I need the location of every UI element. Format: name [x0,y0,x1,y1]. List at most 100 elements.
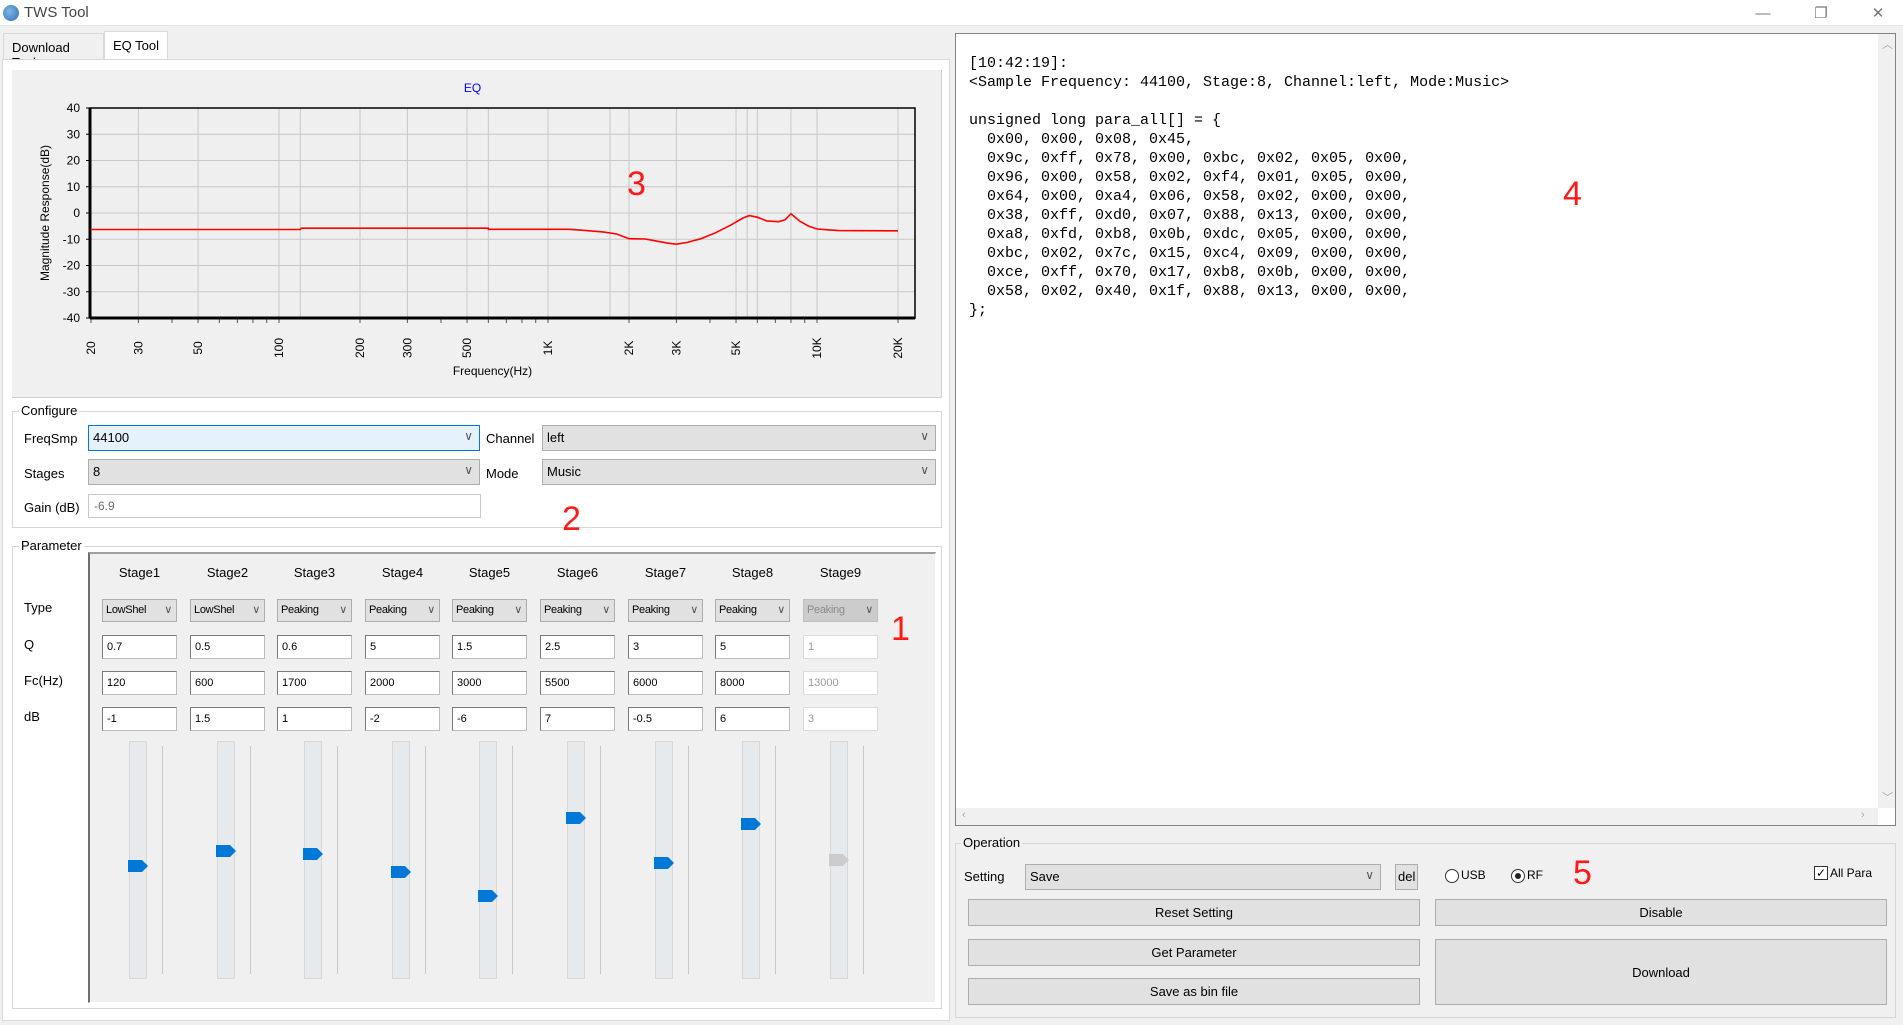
vertical-scrollbar[interactable]: ︿ ﹀ [1878,34,1895,808]
x-tick-label: 3K [669,341,683,356]
stage-db-input: 3 [803,707,878,731]
stage-gain-slider-track[interactable] [479,741,497,979]
close-button[interactable]: ✕ [1855,0,1901,26]
stage-fc-input[interactable]: 8000 [715,671,790,695]
parameter-output-textbox[interactable]: [10:42:19]: <Sample Frequency: 44100, St… [955,33,1896,826]
stage-q-input: 1 [803,635,878,659]
stages-select[interactable]: 8 ∨ [88,459,480,485]
stage-type-value: Peaking [807,604,845,616]
stage-db-input[interactable]: -0.5 [628,707,703,731]
channel-select[interactable]: left ∨ [542,425,936,451]
setting-select[interactable]: Save ∨ [1025,864,1381,890]
slider-tick-rail [775,746,776,974]
stage-q-input[interactable]: 3 [628,635,703,659]
stage-gain-slider-thumb[interactable] [128,860,148,872]
stage-gain-slider-thumb[interactable] [566,812,586,824]
get-parameter-button[interactable]: Get Parameter [968,939,1420,966]
x-tick-label: 500 [460,338,474,358]
stage-gain-slider-track[interactable] [742,741,760,979]
stages-value: 8 [93,464,101,479]
y-tick-label: -10 [63,232,81,246]
stage-type-select[interactable]: LowShel ∨ [190,599,265,622]
stage-fc-input[interactable]: 2000 [365,671,440,695]
horizontal-scrollbar[interactable]: ‹ › [956,808,1878,825]
stage-gain-slider-track[interactable] [567,741,585,979]
chevron-down-icon: ∨ [602,604,610,616]
tab-eq-tool[interactable]: EQ Tool [104,31,168,60]
stage-fc-input[interactable]: 3000 [452,671,527,695]
reset-setting-button[interactable]: Reset Setting [968,899,1420,926]
stage-type-select[interactable]: Peaking ∨ [365,599,440,622]
stage-type-value: LowShel [106,604,147,616]
x-tick-label: 5K [729,341,743,356]
save-bin-file-button[interactable]: Save as bin file [968,978,1420,1005]
del-button[interactable]: del [1395,864,1418,890]
stage-gain-slider-thumb[interactable] [216,845,236,857]
maximize-button[interactable]: ❐ [1798,0,1844,26]
rf-label: RF [1527,868,1543,882]
stage-db-input[interactable]: 7 [540,707,615,731]
stage-q-input[interactable]: 0.6 [277,635,352,659]
slider-tick-rail [512,746,513,974]
stage-fc-input[interactable]: 120 [102,671,177,695]
stage-type-select[interactable]: Peaking ∨ [452,599,527,622]
stage-fc-input[interactable]: 1700 [277,671,352,695]
chevron-down-icon: ∨ [464,463,473,477]
scroll-down-icon[interactable]: ﹀ [1882,789,1893,805]
stage-q-input[interactable]: 0.5 [190,635,265,659]
freqsmp-select[interactable]: 44100 ∨ [88,425,480,451]
chevron-down-icon: ∨ [514,604,522,616]
stage-q-input[interactable]: 5 [715,635,790,659]
stage-q-input[interactable]: 1.5 [452,635,527,659]
stage-type-value: Peaking [281,604,319,616]
stage-q-input[interactable]: 2.5 [540,635,615,659]
stage-fc-input[interactable]: 6000 [628,671,703,695]
stage-gain-slider-track[interactable] [392,741,410,979]
mode-value: Music [547,464,581,479]
rf-radio[interactable] [1511,869,1525,883]
scroll-up-icon[interactable]: ︿ [1882,36,1893,52]
stage-type-select[interactable]: Peaking ∨ [277,599,352,622]
y-tick-label: 40 [67,101,81,115]
tab-download-tool[interactable]: Download Tool [3,33,104,70]
stage-gain-slider-thumb[interactable] [741,818,761,830]
stage-db-input[interactable]: 1 [277,707,352,731]
mode-select[interactable]: Music ∨ [542,459,936,485]
stage-db-input[interactable]: -2 [365,707,440,731]
scroll-right-icon[interactable]: › [1861,809,1865,821]
all-para-checkbox[interactable]: ✓ [1814,866,1828,880]
stage-fc-input: 13000 [803,671,878,695]
x-tick-label: 300 [400,338,414,358]
stage-fc-input[interactable]: 5500 [540,671,615,695]
stage-gain-slider-thumb[interactable] [303,848,323,860]
stage-type-select[interactable]: Peaking ∨ [628,599,703,622]
disable-button[interactable]: Disable [1435,899,1887,926]
stage-q-input[interactable]: 5 [365,635,440,659]
stage-gain-slider-thumb[interactable] [654,857,674,869]
x-tick-label: 200 [353,338,367,358]
stage-fc-input[interactable]: 600 [190,671,265,695]
chevron-down-icon: ∨ [865,604,873,616]
usb-radio[interactable] [1445,869,1459,883]
download-button[interactable]: Download [1435,939,1887,1005]
stage-db-input[interactable]: 1.5 [190,707,265,731]
stage-type-value: Peaking [456,604,494,616]
chevron-down-icon: ∨ [1365,868,1374,882]
db-row-label: dB [24,709,40,724]
stage-type-select[interactable]: Peaking ∨ [540,599,615,622]
minimize-button[interactable]: — [1740,0,1786,26]
stage-type-select[interactable]: LowShel ∨ [102,599,177,622]
gain-label: Gain (dB) [24,500,80,515]
chevron-down-icon: ∨ [777,604,785,616]
stage-q-input[interactable]: 0.7 [102,635,177,659]
stage-db-input[interactable]: 6 [715,707,790,731]
stage-db-input[interactable]: -1 [102,707,177,731]
stage-gain-slider-thumb[interactable] [478,890,498,902]
scroll-left-icon[interactable]: ‹ [962,809,966,821]
x-tick-label: 1K [541,341,555,356]
stage-type-select[interactable]: Peaking ∨ [715,599,790,622]
stage-gain-slider-track[interactable] [217,741,235,979]
stage-db-input[interactable]: -6 [452,707,527,731]
stage-type-value: Peaking [632,604,670,616]
stage-gain-slider-thumb[interactable] [391,866,411,878]
